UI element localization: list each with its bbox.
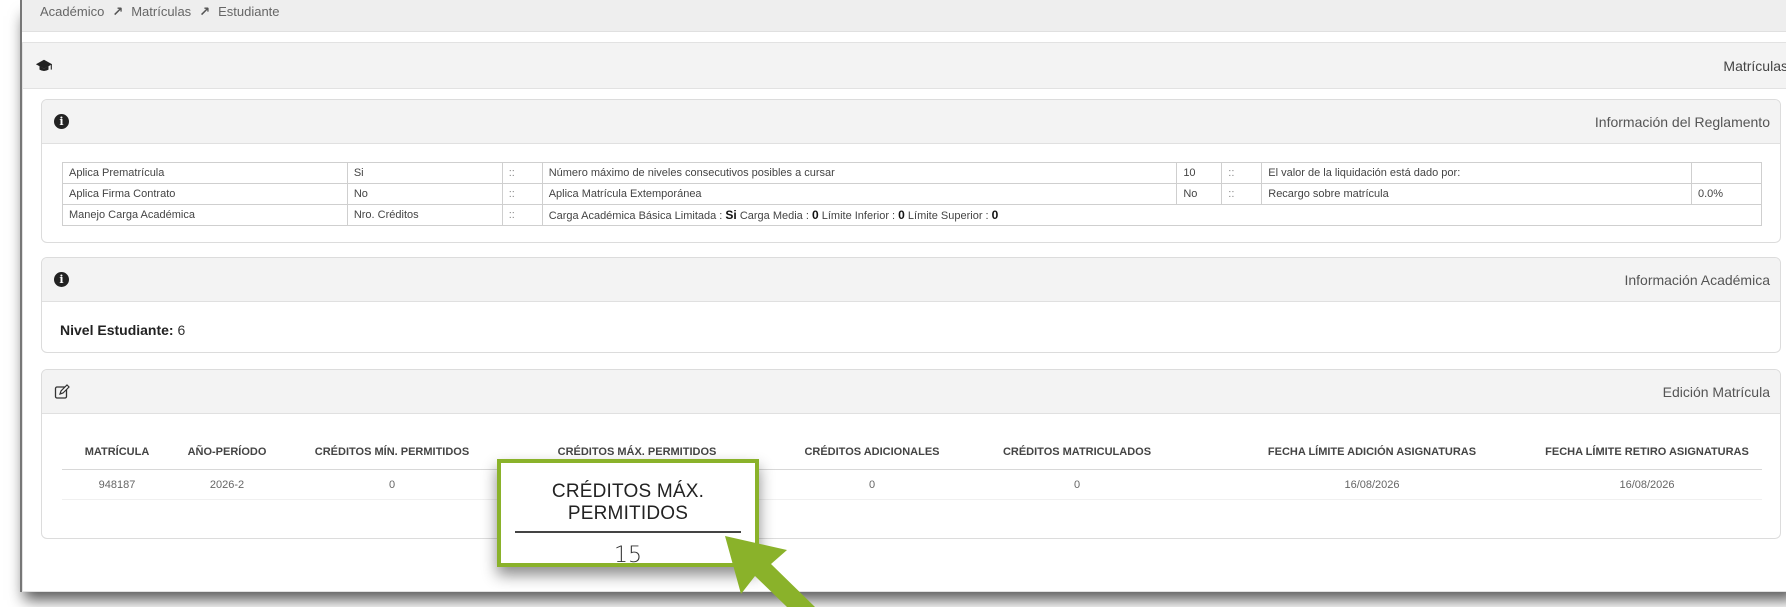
info-icon: i [54, 114, 69, 129]
breadcrumb-item-estudiante: Estudiante [218, 4, 280, 19]
reglamento-table: Aplica Prematrícula Si :: Número máximo … [62, 162, 1763, 226]
cell: Nro. Créditos [346, 204, 503, 226]
cell: :: [1221, 162, 1263, 184]
label: Carga Académica Básica Limitada : [548, 210, 723, 222]
value: 0 [898, 208, 905, 222]
breadcrumb-item-academico[interactable]: Académico [40, 4, 104, 19]
edicion-table-header: MATRÍCULA AÑO-PERÍODO CRÉDITOS MÍN. PERM… [62, 434, 1762, 470]
cell: No [346, 183, 503, 205]
column-header: CRÉDITOS MÍN. PERMITIDOS [314, 445, 470, 458]
nivel-label: Nivel Estudiante: [60, 322, 174, 338]
breadcrumb-separator-icon: ↗ [199, 4, 211, 19]
cell: Aplica Prematrícula [62, 162, 348, 184]
column-header: CRÉDITOS ADICIONALES [804, 445, 940, 458]
cell: 2026-2 [209, 478, 245, 491]
matriculas-panel-header: Matrículas [23, 43, 1786, 89]
graduation-cap-icon [35, 59, 53, 71]
column-header: FECHA LÍMITE ADICIÓN ASIGNATURAS [1267, 445, 1477, 458]
value: 0 [811, 208, 819, 222]
table-row: Manejo Carga Académica Nro. Créditos :: … [62, 204, 1763, 226]
table-row: Aplica Firma Contrato No :: Aplica Matrí… [62, 183, 1763, 205]
cell [1690, 162, 1763, 184]
reglamento-card-header: i Información del Reglamento [42, 100, 1780, 144]
info-icon: i [54, 272, 69, 287]
cell: Si [346, 162, 503, 184]
academica-card-header: i Información Académica [42, 258, 1780, 302]
carga-academica-cell: Carga Académica Básica Limitada : Si Car… [541, 204, 1763, 226]
cell: Aplica Firma Contrato [62, 183, 348, 205]
column-header: AÑO-PERÍODO [187, 445, 267, 458]
breadcrumb: Académico ↗ Matrículas ↗ Estudiante [22, 0, 1786, 32]
nivel-value: 6 [177, 322, 186, 338]
label: Carga Media : [739, 210, 809, 222]
creditos-max-callout: CRÉDITOS MÁX. PERMITIDOS 15 [497, 459, 759, 568]
cell: No [1176, 183, 1223, 205]
column-header: FECHA LÍMITE RETIRO ASIGNATURAS [1545, 445, 1749, 458]
cell: 0 [1073, 478, 1081, 491]
edit-icon [54, 384, 70, 399]
edicion-title: Edición Matrícula [1662, 384, 1770, 400]
cell: :: [501, 204, 543, 226]
cell: Aplica Matrícula Extemporánea [541, 183, 1178, 205]
value: 0 [991, 208, 999, 222]
cell: Manejo Carga Académica [62, 204, 348, 226]
cell: 10 [1176, 162, 1223, 184]
pointer-arrow-icon [725, 536, 815, 607]
cell: 0.0% [1690, 183, 1763, 205]
cell: 16/08/2026 [1344, 478, 1400, 491]
cell: :: [501, 183, 543, 205]
screenshot-frame: Académico ↗ Matrículas ↗ Estudiante Matrícul… [20, 0, 1786, 592]
cell: 948187 [98, 478, 136, 491]
label: Límite Inferior : [821, 210, 896, 222]
academica-title: Información Académica [1624, 272, 1770, 288]
table-row: 948187 2026-2 0 15 0 0 16/08/2026 16/08/… [62, 470, 1762, 500]
reglamento-card: i Información del Reglamento Aplica Prem… [41, 99, 1781, 243]
column-header: CRÉDITOS MATRICULADOS [1002, 445, 1152, 458]
nivel-estudiante: Nivel Estudiante: 6 [60, 322, 185, 338]
cell: :: [501, 162, 543, 184]
reglamento-title: Información del Reglamento [1594, 114, 1770, 130]
callout-value: 15 [614, 543, 642, 568]
cell: Recargo sobre matrícula [1261, 183, 1692, 205]
cell: 0 [868, 478, 876, 491]
cell: 0 [388, 478, 396, 491]
cell: El valor de la liquidación está dado por… [1261, 162, 1692, 184]
label: Límite Superior : [907, 210, 989, 222]
panel-title: Matrículas [1723, 58, 1786, 74]
callout-header: CRÉDITOS MÁX. PERMITIDOS [515, 481, 741, 533]
cell: :: [1221, 183, 1263, 205]
column-header: MATRÍCULA [84, 445, 150, 458]
edicion-card: Edición Matrícula MATRÍCULA AÑO-PERÍODO … [41, 369, 1781, 539]
matriculas-panel: Matrículas i Información del Reglamento … [22, 42, 1786, 592]
cell: 16/08/2026 [1619, 478, 1675, 491]
academica-card: i Información Académica Nivel Estudiante… [41, 257, 1781, 353]
table-row: Aplica Prematrícula Si :: Número máximo … [62, 162, 1763, 184]
breadcrumb-separator-icon: ↗ [112, 4, 124, 19]
value: Si [725, 208, 737, 222]
edicion-card-header: Edición Matrícula [42, 370, 1780, 414]
breadcrumb-item-matriculas[interactable]: Matrículas [131, 4, 191, 19]
cell: Número máximo de niveles consecutivos po… [541, 162, 1178, 184]
